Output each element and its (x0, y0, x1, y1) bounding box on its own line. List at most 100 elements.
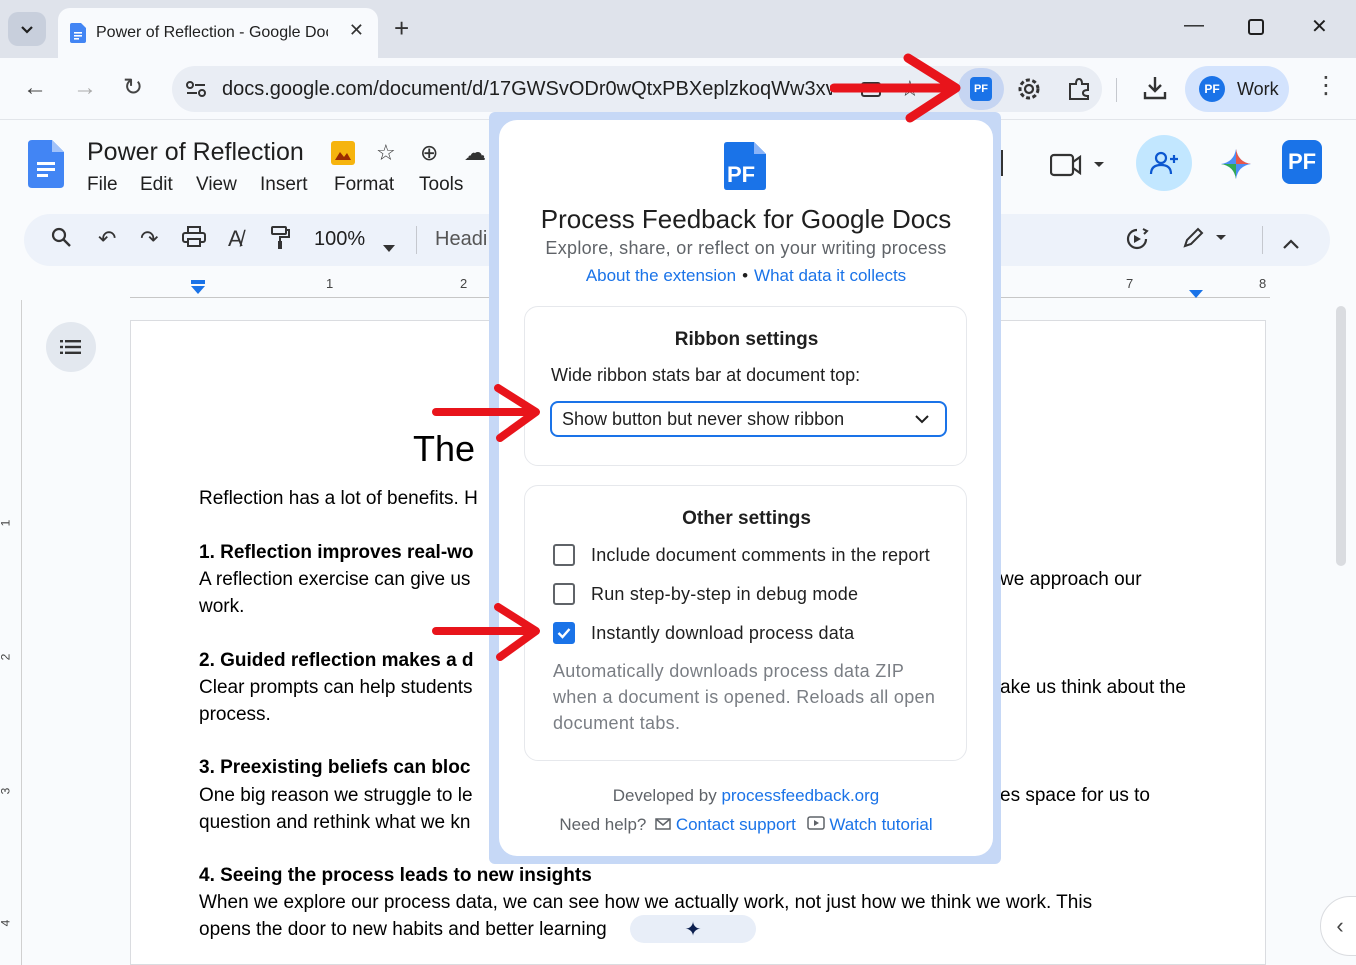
zoom-dropdown-icon[interactable] (382, 234, 396, 260)
left-indent-marker[interactable] (190, 280, 206, 301)
document-outline-button[interactable] (46, 322, 96, 372)
browser-menu-icon[interactable]: ⋮ (1314, 74, 1338, 98)
right-indent-marker[interactable] (1188, 286, 1204, 304)
gemini-suggestion-chip[interactable]: ✦ (630, 915, 756, 943)
undo-icon[interactable]: ↶ (98, 226, 116, 252)
url-text[interactable]: docs.google.com/document/d/17GWSvODr0wQt… (222, 78, 832, 101)
redo-icon[interactable]: ↷ (140, 226, 158, 252)
doc-paragraph[interactable]: When we explore our process data, we can… (199, 892, 1092, 914)
vruler-number: 3 (0, 788, 12, 795)
meet-icon[interactable] (1049, 152, 1108, 183)
doc-paragraph[interactable]: work. (199, 596, 244, 618)
account-avatar[interactable]: PF (1282, 140, 1322, 184)
menu-tools[interactable]: Tools (419, 174, 463, 196)
data-collected-link[interactable]: What data it collects (754, 266, 906, 285)
logo-text: PF (727, 162, 755, 187)
paint-format-icon[interactable] (270, 226, 290, 256)
download-icon[interactable] (1142, 74, 1168, 107)
instant-download-help: Automatically downloads process data ZIP… (553, 661, 936, 733)
extension-menu-icon[interactable] (330, 140, 356, 172)
popup-links: About the extension • What data it collect… (499, 266, 993, 286)
vruler-number: 4 (0, 920, 12, 927)
developer-link[interactable]: processfeedback.org (721, 786, 879, 805)
menu-insert[interactable]: Insert (260, 174, 308, 196)
doc-subheading[interactable]: 4. Seeing the process leads to new insig… (199, 865, 592, 887)
doc-paragraph[interactable]: Clear prompts can help students (199, 677, 473, 699)
mail-icon (655, 818, 671, 830)
doc-paragraph[interactable]: A reflection exercise can give us (199, 569, 470, 591)
doc-paragraph-fragment[interactable]: ake us think about the (1000, 677, 1186, 699)
include-comments-checkbox[interactable] (553, 544, 575, 566)
close-window-icon[interactable]: ✕ (1311, 14, 1328, 39)
debug-mode-checkbox[interactable] (553, 583, 575, 605)
include-comments-label: Include document comments in the report (591, 544, 930, 565)
ruler-number: 1 (326, 276, 334, 291)
need-help-text: Need help? (559, 815, 647, 834)
maximize-icon[interactable] (1248, 18, 1264, 41)
cloud-status-icon[interactable]: ☁ (464, 140, 486, 166)
move-icon[interactable]: ⊕ (420, 140, 438, 166)
editing-mode-icon[interactable] (1182, 226, 1230, 256)
process-feedback-logo-icon: PF (724, 142, 766, 190)
minimize-icon[interactable]: — (1184, 14, 1204, 37)
vruler-number: 2 (0, 654, 12, 661)
zoom-select[interactable]: 100% (314, 228, 365, 251)
developed-by-text: Developed by (612, 786, 717, 805)
doc-paragraph[interactable]: question and rethink what we kn (199, 812, 470, 834)
forward-icon[interactable]: → (73, 76, 97, 100)
watch-tutorial-link[interactable]: Watch tutorial (829, 815, 932, 834)
debug-mode-option[interactable]: Run step-by-step in debug mode (553, 582, 858, 606)
instant-download-label: Instantly download process data (591, 622, 855, 643)
other-settings-title: Other settings (682, 508, 811, 529)
doc-subheading[interactable]: 3. Preexisting beliefs can bloc (199, 757, 470, 779)
about-extension-link[interactable]: About the extension (586, 266, 736, 285)
ruler-number: 2 (460, 276, 468, 291)
include-comments-option[interactable]: Include document comments in the report (553, 543, 930, 567)
site-info-icon[interactable] (182, 76, 210, 102)
search-icon[interactable] (50, 226, 72, 254)
back-icon[interactable]: ← (23, 76, 47, 100)
menu-view[interactable]: View (196, 174, 237, 196)
tab-title: Power of Reflection - Google Docs (96, 24, 328, 41)
document-title[interactable]: Power of Reflection (87, 138, 304, 167)
instant-download-option[interactable]: Instantly download process data (553, 621, 854, 645)
close-tab-icon[interactable]: ✕ (349, 20, 364, 41)
profile-label: Work (1237, 78, 1279, 99)
instant-download-checkbox[interactable] (553, 622, 575, 644)
doc-paragraph-fragment[interactable]: es space for us to (1000, 785, 1150, 807)
vruler-number: 1 (0, 520, 12, 527)
tab-strip: Power of Reflection - Google Docs ✕ + — … (0, 0, 1356, 58)
new-tab-button[interactable]: + (394, 14, 409, 42)
vertical-scrollbar[interactable] (1336, 306, 1346, 566)
tab-search-button[interactable] (8, 12, 46, 46)
doc-paragraph-fragment[interactable]: we approach our (1000, 569, 1142, 591)
menu-edit[interactable]: Edit (140, 174, 173, 196)
menu-format[interactable]: Format (334, 174, 394, 196)
print-icon[interactable] (182, 226, 206, 254)
spellcheck-icon[interactable]: A̸ (228, 226, 243, 252)
reload-icon[interactable]: ↻ (123, 76, 143, 100)
annotation-arrow-download-checkbox (432, 603, 540, 661)
ribbon-mode-select[interactable]: Show button but never show ribbon (550, 401, 947, 437)
star-icon[interactable]: ☆ (376, 140, 396, 166)
active-tab[interactable]: Power of Reflection - Google Docs ✕ (58, 8, 378, 58)
doc-paragraph[interactable]: One big reason we struggle to le (199, 785, 473, 807)
doc-paragraph[interactable]: opens the door to new habits and better … (199, 919, 607, 941)
contact-support-link[interactable]: Contact support (676, 815, 796, 834)
docs-logo-icon[interactable] (28, 140, 64, 188)
share-button[interactable] (1136, 135, 1192, 191)
extension-gear-icon[interactable] (1016, 76, 1042, 107)
annotation-arrow-extension (830, 53, 961, 123)
menu-file[interactable]: File (87, 174, 118, 196)
add-person-icon (1149, 151, 1178, 175)
hide-menus-chevron-up-icon[interactable] (1282, 230, 1300, 256)
ribbon-settings-title: Ribbon settings (674, 329, 819, 350)
profile-button[interactable]: PF Work (1185, 66, 1289, 112)
doc-paragraph[interactable]: Reflection has a lot of benefits. H (199, 488, 478, 510)
doc-paragraph[interactable]: process. (199, 704, 271, 726)
doc-subheading[interactable]: 1. Reflection improves real-wo (199, 542, 474, 564)
extensions-puzzle-icon[interactable] (1066, 76, 1092, 107)
process-playback-icon[interactable] (1124, 226, 1150, 258)
gemini-icon[interactable] (1220, 148, 1252, 185)
paragraph-style-select[interactable]: Headi (435, 228, 487, 251)
